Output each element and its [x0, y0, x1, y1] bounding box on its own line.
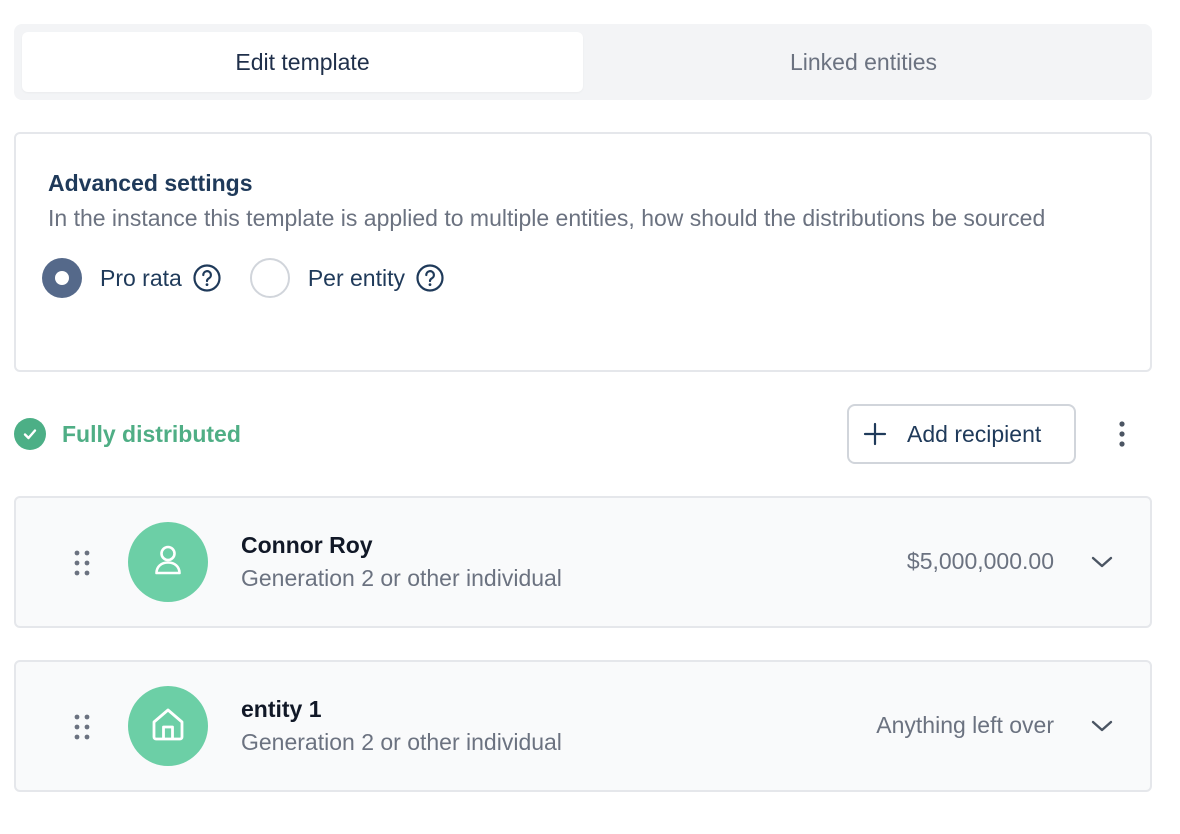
- help-circle-icon[interactable]: [192, 263, 222, 293]
- help-circle-icon[interactable]: [415, 263, 445, 293]
- plus-icon: [863, 422, 887, 446]
- status-text: Fully distributed: [62, 420, 241, 447]
- status-indicator: Fully distributed: [14, 418, 241, 450]
- advanced-settings-card: Advanced settings In the instance this t…: [14, 132, 1152, 372]
- chevron-down-icon[interactable]: [1088, 548, 1116, 576]
- avatar: [128, 686, 208, 766]
- recipient-card[interactable]: Connor Roy Generation 2 or other individ…: [14, 496, 1152, 628]
- tab-edit-template[interactable]: Edit template: [22, 32, 583, 92]
- tab-bar: Edit template Linked entities: [14, 24, 1152, 100]
- drag-handle-icon[interactable]: [74, 550, 90, 576]
- user-icon: [150, 542, 186, 583]
- recipient-name: entity 1: [241, 696, 322, 722]
- recipient-amount: $5,000,000.00: [906, 548, 1054, 574]
- add-recipient-button[interactable]: Add recipient: [847, 404, 1076, 464]
- per-entity-radio[interactable]: [249, 258, 290, 298]
- tab-linked-entities[interactable]: Linked entities: [583, 32, 1144, 92]
- advanced-settings-title: Advanced settings: [48, 170, 253, 196]
- chevron-down-icon[interactable]: [1088, 712, 1116, 740]
- advanced-settings-description: In the instance this template is applied…: [48, 205, 1046, 231]
- add-recipient-label: Add recipient: [907, 420, 1042, 447]
- home-icon: [149, 705, 187, 748]
- per-entity-label[interactable]: Per entity: [308, 265, 405, 292]
- drag-handle-icon[interactable]: [74, 714, 90, 740]
- distribution-status-row: Fully distributed Add recipient: [14, 404, 1152, 464]
- distribution-source-radio-group: Pro rata Per entity: [42, 258, 1118, 298]
- avatar: [128, 522, 208, 602]
- recipient-subtitle: Generation 2 or other individual: [241, 565, 562, 591]
- recipient-card[interactable]: entity 1 Generation 2 or other individua…: [14, 660, 1152, 792]
- recipient-amount: Anything left over: [876, 712, 1054, 738]
- check-circle-icon: [14, 418, 46, 450]
- recipient-subtitle: Generation 2 or other individual: [241, 729, 562, 755]
- pro-rata-radio[interactable]: [42, 258, 82, 298]
- pro-rata-label[interactable]: Pro rata: [100, 265, 182, 292]
- page: Edit template Linked entities Advanced s…: [0, 0, 1180, 834]
- more-vertical-icon[interactable]: [1108, 418, 1136, 450]
- recipient-name: Connor Roy: [241, 532, 373, 558]
